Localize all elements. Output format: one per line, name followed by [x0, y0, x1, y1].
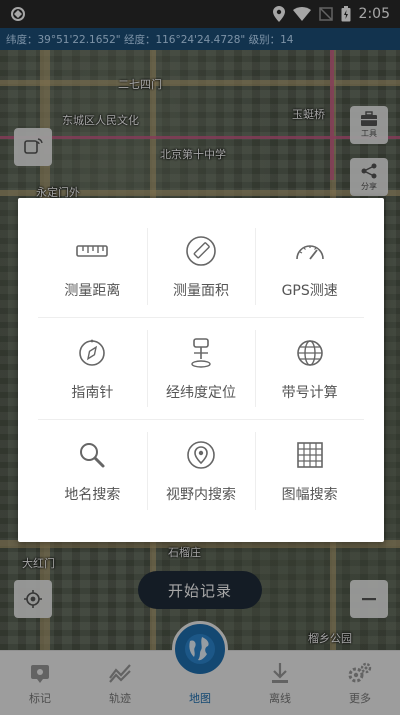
tool-gps-speed[interactable]: GPS测速: [255, 216, 364, 317]
globe-grid-icon: [296, 339, 323, 366]
tool-zone-calc[interactable]: 带号计算: [255, 318, 364, 419]
tool-label: 图幅搜索: [281, 487, 338, 503]
tool-label: 测量面积: [173, 282, 229, 299]
speedometer-icon: [295, 244, 324, 260]
tool-label: GPS测速: [281, 282, 338, 299]
tool-label: 地名搜索: [64, 487, 121, 503]
ruler-icon: [76, 244, 109, 257]
tools-dialog: 测量距离 测量面积 GPS测速 指南针 经纬度定位 带号计算 地名搜索 视野内搜…: [18, 198, 384, 542]
tool-measure-area[interactable]: 测量面积: [146, 216, 256, 317]
search-icon: [80, 443, 105, 468]
tool-compass[interactable]: 指南针: [38, 318, 147, 419]
tool-label: 指南针: [71, 384, 114, 401]
tool-measure-distance[interactable]: 测量距离: [38, 216, 147, 317]
tool-label: 测量距离: [64, 282, 121, 299]
tool-label: 视野内搜索: [166, 487, 236, 503]
tool-label: 带号计算: [281, 384, 338, 401]
tool-sheet-search[interactable]: 图幅搜索: [255, 420, 364, 522]
area-ruler-icon: [186, 235, 216, 266]
tool-view-search[interactable]: 视野内搜索: [146, 420, 256, 522]
tool-place-search[interactable]: 地名搜索: [38, 420, 147, 522]
tools-grid: 测量距离 测量面积 GPS测速 指南针 经纬度定位 带号计算 地名搜索 视野内搜…: [38, 216, 364, 522]
tool-label: 经纬度定位: [166, 384, 236, 401]
location-icon: [187, 441, 215, 469]
tool-latlon-locate[interactable]: 经纬度定位: [146, 318, 256, 419]
pin-icon: [191, 337, 211, 368]
compass-icon: [79, 339, 106, 366]
grid-icon: [296, 442, 323, 468]
